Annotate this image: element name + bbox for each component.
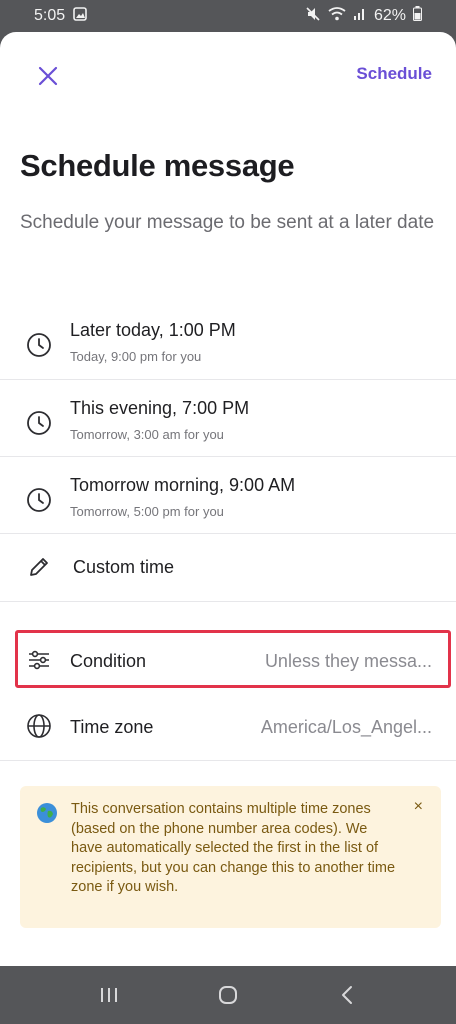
pencil-icon (26, 554, 52, 580)
wifi-icon (328, 6, 346, 26)
signal-icon (353, 7, 367, 26)
gallery-notification-icon (73, 6, 87, 26)
divider (0, 533, 456, 534)
home-button[interactable] (208, 975, 248, 1015)
close-button[interactable] (30, 58, 66, 94)
condition-label: Condition (70, 651, 147, 671)
option-tomorrow-morning[interactable]: Tomorrow morning, 9:00 AM Tomorrow, 5:00… (0, 469, 456, 535)
divider (0, 760, 456, 761)
clock-icon (26, 332, 52, 358)
notice-close-button[interactable]: × (414, 798, 423, 816)
close-icon (38, 66, 58, 86)
custom-time-label: Custom time (73, 557, 175, 577)
back-button[interactable] (327, 975, 367, 1015)
option-later-today[interactable]: Later today, 1:00 PM Today, 9:00 pm for … (0, 314, 456, 380)
condition-row[interactable]: Condition Unless they messa... (0, 638, 456, 682)
schedule-sheet: Schedule Schedule message Schedule your … (0, 32, 456, 966)
condition-value: Unless they messa... (264, 651, 432, 671)
back-icon (341, 986, 352, 1004)
globe-outline-icon (26, 713, 52, 739)
battery-percent: 62% (373, 7, 406, 24)
status-time: 5:05 (34, 7, 66, 24)
clock-icon (26, 487, 52, 513)
timezone-value: America/Los_Angel... (260, 717, 432, 737)
option-this-evening[interactable]: This evening, 7:00 PM Tomorrow, 3:00 am … (0, 392, 456, 458)
home-icon (218, 986, 237, 1004)
timezone-row[interactable]: Time zone America/Los_Angel... (0, 704, 456, 748)
sliders-icon (26, 647, 52, 673)
status-bar: 5:05 62% (0, 0, 456, 32)
page-subtitle: Schedule your message to be sent at a la… (20, 212, 435, 233)
mute-icon (305, 6, 321, 27)
option-sublabel: Tomorrow, 3:00 am for you (70, 427, 224, 442)
page-title: Schedule message (20, 148, 295, 183)
option-label: Later today, 1:00 PM (70, 320, 236, 340)
schedule-button[interactable]: Schedule (356, 64, 432, 84)
clock-icon (26, 410, 52, 436)
option-custom-time[interactable]: Custom time (0, 546, 456, 590)
recent-apps-button[interactable] (89, 975, 129, 1015)
option-sublabel: Today, 9:00 pm for you (70, 349, 202, 364)
divider (0, 601, 456, 602)
recent-apps-icon (101, 988, 118, 1002)
divider (0, 379, 456, 380)
option-label: Tomorrow morning, 9:00 AM (70, 475, 296, 495)
notice-text: This conversation contains multiple time… (71, 801, 396, 895)
divider (0, 456, 456, 457)
timezone-notice: This conversation contains multiple time… (20, 786, 441, 928)
option-sublabel: Tomorrow, 5:00 pm for you (70, 504, 224, 519)
system-nav-bar (0, 966, 456, 1024)
globe-emoji-icon (36, 802, 58, 829)
option-label: This evening, 7:00 PM (70, 398, 250, 418)
battery-icon (413, 6, 422, 26)
timezone-label: Time zone (70, 717, 154, 737)
